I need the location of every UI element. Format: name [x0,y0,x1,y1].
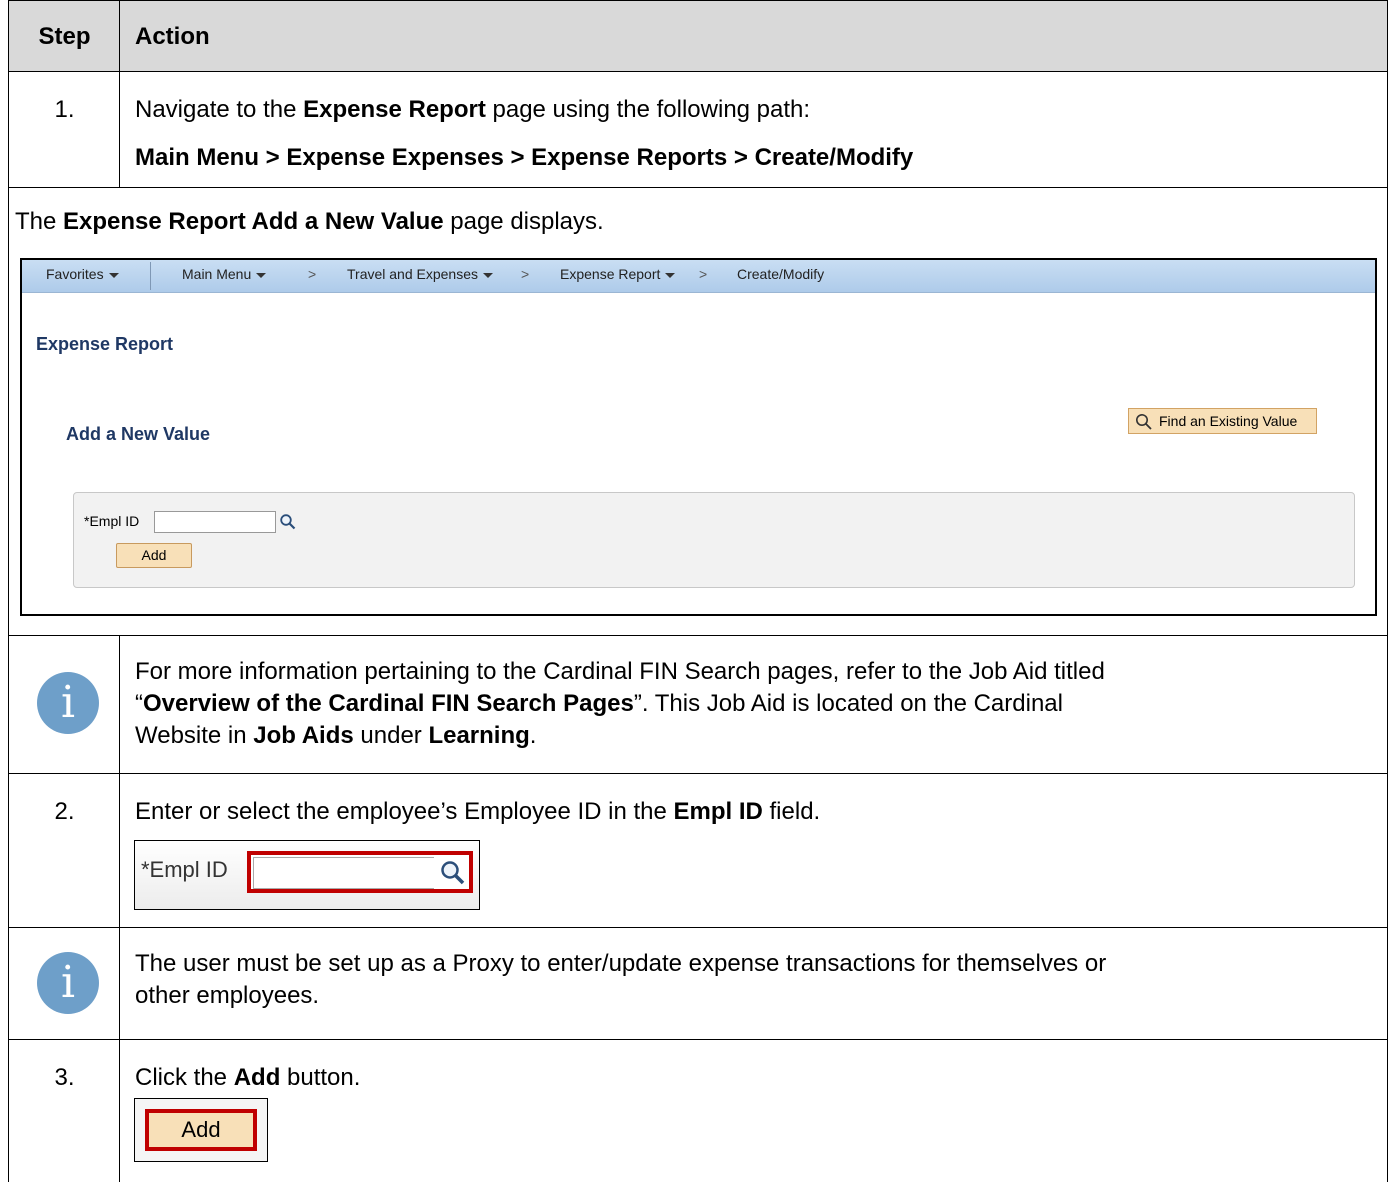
favorites-label: Favorites [46,266,104,282]
step-2-instruction: Enter or select the employee’s Employee … [135,798,821,825]
caret-down-icon [483,272,493,278]
note-line: “Overview of the Cardinal FIN Search Pag… [135,690,1063,717]
note-line: Website in Job Aids under Learning. [135,722,537,749]
breadcrumb-chevron: > [521,266,530,282]
column-divider [119,72,120,188]
column-divider [119,0,120,72]
step-column-header: Step [38,23,91,50]
info-note-row: i The user must be set up as a Proxy to … [8,928,1388,1040]
main-menu[interactable]: Main Menu [182,260,267,290]
breadcrumb-chevron: > [308,266,317,282]
expense-report-menu[interactable]: Expense Report [560,260,676,290]
create-modify-link[interactable]: Create/Modify [737,260,824,290]
nav-separator [150,262,151,290]
column-divider [119,774,120,928]
nav-bar: Favorites Main Menu > Travel and Expense… [22,260,1375,293]
travel-expenses-label: Travel and Expenses [347,266,478,282]
empl-id-label: *Empl ID [141,857,228,882]
note-line: The user must be set up as a Proxy to en… [135,950,1107,977]
step-number: 2. [54,798,75,825]
travel-expenses-menu[interactable]: Travel and Expenses [347,260,493,290]
find-existing-value-label: Find an Existing Value [1159,413,1298,429]
empl-id-field-image: *Empl ID [134,840,480,910]
magnifier-icon[interactable] [439,859,467,887]
caret-down-icon [256,272,267,278]
add-button-image: Add [134,1098,268,1162]
note-line: other employees. [135,982,320,1009]
action-column-header: Action [135,23,210,50]
page-title: Expense Report [36,334,174,354]
breadcrumb-chevron: > [699,266,708,282]
table-header-row: Step Action [8,0,1388,72]
caret-down-icon [665,272,676,278]
step-3-instruction: Click the Add button. [135,1064,361,1091]
empl-id-input[interactable] [154,511,276,533]
empl-id-label: *Empl ID [84,513,140,529]
page-display-text: The Expense Report Add a New Value page … [15,208,604,235]
add-button[interactable]: Add [145,1109,257,1151]
expense-report-label: Expense Report [560,266,661,282]
info-icon: i [37,672,99,734]
navigation-path: Main Menu > Expense Expenses > Expense R… [135,144,914,171]
add-new-value-title: Add a New Value [66,424,211,444]
magnifier-icon [1136,414,1152,430]
favorites-menu[interactable]: Favorites [46,260,119,290]
empl-id-input[interactable] [253,857,434,889]
step-number: 1. [54,96,75,123]
step-1-row: 1. Navigate to the Expense Report page u… [8,72,1388,188]
main-menu-label: Main Menu [182,266,252,282]
column-divider [119,928,120,1040]
expense-report-screenshot: Favorites Main Menu > Travel and Expense… [20,258,1377,616]
find-existing-value-button[interactable]: Find an Existing Value [1128,408,1317,434]
info-icon: i [37,952,99,1014]
job-aid-table: Step Action 1. Navigate to the Expense R… [8,0,1388,1182]
empl-id-highlight[interactable] [247,851,473,893]
add-button[interactable]: Add [116,543,192,568]
column-divider [119,636,120,774]
search-panel: *Empl ID Add [73,492,1355,588]
caret-down-icon [108,272,119,278]
note-line: For more information pertaining to the C… [135,658,1105,685]
column-divider [119,1040,120,1182]
magnifier-icon[interactable] [279,513,297,531]
info-note-row: i For more information pertaining to the… [8,636,1388,774]
step-number: 3. [54,1064,75,1091]
step-1-instruction: Navigate to the Expense Report page usin… [135,96,811,123]
